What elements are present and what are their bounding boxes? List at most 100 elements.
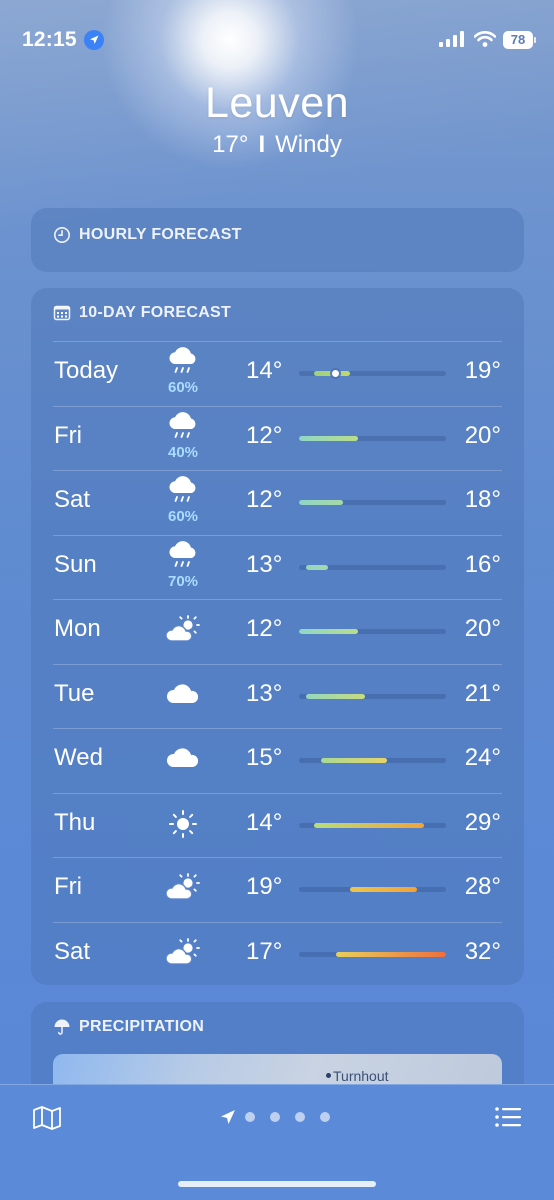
forecast-row[interactable]: Fri 40% 12° 20°	[31, 406, 524, 470]
precipitation-label: PRECIPITATION	[79, 1018, 205, 1035]
map-icon[interactable]	[32, 1105, 62, 1131]
low-temperature: 14°	[246, 808, 283, 836]
current-temperature: 17°	[212, 131, 249, 158]
temperature-range-bar	[299, 564, 446, 570]
temperature-range-fill	[313, 822, 424, 828]
hourly-forecast-card[interactable]: HOURLY FORECAST	[31, 208, 524, 272]
bottom-toolbar	[0, 1084, 554, 1200]
page-dot[interactable]	[320, 1112, 330, 1122]
ten-day-forecast-label: 10-DAY FORECAST	[79, 304, 232, 321]
high-temperature: 20°	[464, 615, 501, 642]
forecast-row[interactable]: Sat 60% 12° 18°	[31, 470, 524, 534]
high-temperature: 24°	[464, 744, 501, 771]
forecast-day: Wed	[54, 744, 103, 771]
temperature-range-bar	[299, 951, 446, 957]
battery-level: 78	[503, 31, 533, 49]
forecast-row[interactable]: Tue 13° 21°	[31, 664, 524, 728]
temperature-range-fill	[299, 629, 358, 634]
page-indicator[interactable]	[220, 1109, 345, 1125]
forecast-day: Fri	[54, 421, 82, 449]
forecast-day: Tue	[54, 679, 95, 707]
page-dot[interactable]	[270, 1112, 280, 1122]
cloud-icon	[164, 742, 202, 776]
precipitation-chance: 40%	[167, 443, 199, 461]
cellular-signal-icon	[439, 31, 464, 47]
current-location-arrow-icon	[221, 1110, 235, 1124]
low-temperature: 17°	[246, 937, 283, 965]
status-time: 12:15	[22, 28, 77, 51]
temperature-range-bar	[299, 629, 446, 634]
temperature-range-bar	[299, 371, 446, 376]
calendar-icon	[53, 305, 71, 321]
temperature-range-fill	[335, 951, 446, 957]
low-temperature: 19°	[246, 873, 283, 900]
hourly-forecast-title: HOURLY FORECAST	[53, 226, 242, 244]
high-temperature: 21°	[464, 679, 501, 707]
temperature-range-bar	[299, 822, 446, 828]
ten-day-forecast-card[interactable]: 10-DAY FORECAST Today 60% 14° 19° Fri 40% 12° 2…	[31, 288, 524, 985]
ten-day-forecast-title: 10-DAY FORECAST	[53, 304, 231, 322]
low-temperature: 15°	[246, 744, 283, 771]
low-temperature: 14°	[246, 357, 283, 384]
forecast-day: Thu	[54, 808, 96, 836]
page-dot[interactable]	[245, 1112, 255, 1122]
low-temperature: 13°	[246, 679, 283, 707]
precipitation-chance: 60%	[167, 508, 199, 525]
forecast-row[interactable]: Mon 12° 20°	[31, 599, 524, 663]
cloud-icon	[164, 678, 202, 712]
rain-cloud-icon	[164, 347, 202, 381]
forecast-row[interactable]: Wed 15° 24°	[31, 728, 524, 792]
battery-tip	[534, 37, 536, 43]
temperature-range-fill	[299, 500, 344, 505]
temperature-range-fill	[306, 564, 329, 570]
precipitation-chance: 70%	[167, 572, 199, 590]
city-name: Leuven	[204, 79, 350, 127]
forecast-row[interactable]: Today 60% 14° 19°	[31, 341, 524, 405]
location-arrow-icon	[84, 30, 104, 50]
map-city-dot	[326, 1073, 331, 1078]
precipitation-chance: 60%	[167, 379, 199, 396]
hourly-forecast-label: HOURLY FORECAST	[79, 226, 242, 243]
forecast-day: Fri	[54, 873, 82, 900]
temperature-range-bar	[299, 500, 446, 505]
forecast-row[interactable]: Fri 19° 28°	[31, 857, 524, 921]
partly-sunny-icon	[164, 613, 202, 647]
forecast-day: Today	[54, 357, 119, 384]
home-indicator[interactable]	[178, 1181, 376, 1187]
forecast-row[interactable]: Sat 17° 32°	[31, 922, 524, 986]
temperature-range-bar	[299, 693, 446, 699]
low-temperature: 12°	[246, 615, 283, 642]
page-dot[interactable]	[295, 1112, 305, 1122]
forecast-day: Mon	[54, 615, 101, 642]
high-temperature: 19°	[464, 357, 501, 384]
high-temperature: 32°	[464, 937, 501, 965]
current-conditions: 17° I Windy	[0, 130, 554, 160]
forecast-row[interactable]: Thu 14° 29°	[31, 793, 524, 857]
precipitation-title: PRECIPITATION	[53, 1018, 204, 1036]
temperature-range-fill	[299, 435, 358, 441]
temperature-range-bar	[299, 887, 446, 892]
forecast-row[interactable]: Sun 70% 13° 16°	[31, 535, 524, 599]
wifi-icon	[474, 31, 496, 47]
temperature-range-fill	[350, 887, 417, 892]
high-temperature: 29°	[464, 808, 501, 836]
clock-icon	[54, 227, 70, 243]
low-temperature: 13°	[246, 550, 283, 578]
rain-cloud-icon	[164, 540, 202, 575]
rain-cloud-icon	[164, 411, 202, 446]
partly-sunny-icon	[164, 936, 202, 970]
umbrella-icon	[54, 1019, 70, 1035]
partly-sunny-icon	[164, 871, 202, 905]
status-bar: 12:15 78	[0, 0, 554, 80]
map-city-label: Turnhout	[333, 1068, 389, 1084]
forecast-day: Sat	[54, 937, 91, 965]
location-header: Leuven 17° I Windy	[0, 76, 554, 160]
current-condition: Windy	[275, 131, 342, 158]
temperature-range-bar	[299, 435, 446, 441]
forecast-day: Sun	[54, 550, 97, 578]
list-icon[interactable]	[494, 1105, 522, 1129]
forecast-day: Sat	[54, 486, 91, 513]
temperature-range-bar	[299, 758, 446, 763]
low-temperature: 12°	[246, 421, 283, 449]
sun-icon	[164, 807, 202, 841]
